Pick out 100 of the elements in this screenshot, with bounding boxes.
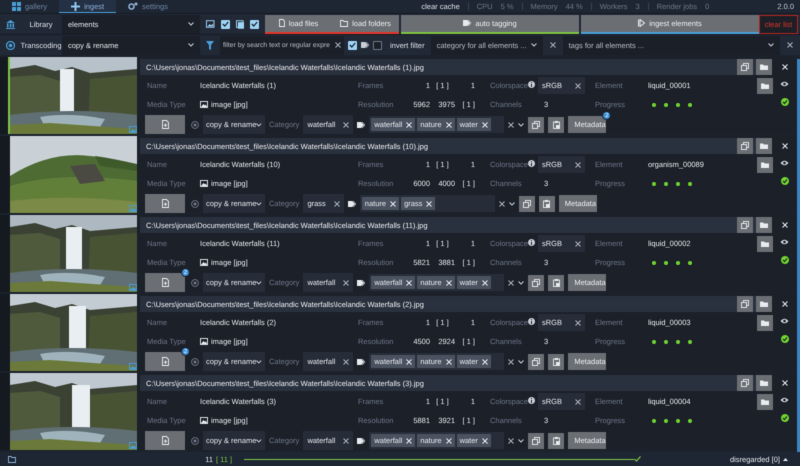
image-icon: [200, 101, 208, 108]
file-icon: [162, 357, 168, 366]
circle-icon[interactable]: [191, 120, 199, 128]
close-icon[interactable]: [575, 240, 581, 246]
eye-icon: [780, 239, 789, 245]
copy-icon: [532, 436, 540, 444]
close-icon[interactable]: [334, 200, 340, 206]
checkbox[interactable]: [373, 40, 382, 50]
chevron-down-icon[interactable]: [188, 22, 194, 26]
image-icon: [200, 180, 208, 187]
copy-button[interactable]: [528, 274, 544, 290]
paste-button[interactable]: [538, 196, 555, 212]
image-icon: [200, 417, 208, 424]
file-icon: [162, 120, 168, 129]
folder-icon[interactable]: [8, 456, 16, 462]
close-icon[interactable]: [343, 358, 350, 364]
image-icon: [129, 126, 137, 133]
close-icon[interactable]: [575, 398, 581, 404]
close-icon[interactable]: [508, 358, 514, 364]
add-file-button[interactable]: [145, 194, 185, 213]
folder-button[interactable]: [757, 236, 773, 252]
scrollbar[interactable]: [797, 59, 800, 452]
folder-button[interactable]: [757, 78, 773, 94]
copy-button[interactable]: [528, 432, 544, 448]
close-icon[interactable]: [575, 82, 581, 88]
eye-icon: [780, 397, 789, 403]
close-icon[interactable]: [343, 122, 350, 128]
copy-button[interactable]: [528, 116, 544, 132]
folder-icon: [760, 301, 768, 307]
chevron-down-icon[interactable]: [518, 438, 524, 442]
tag-icon: [357, 438, 366, 444]
circle-icon[interactable]: [191, 358, 199, 366]
chevron-down-icon[interactable]: [256, 360, 262, 364]
close-icon[interactable]: [575, 162, 581, 168]
circle-icon[interactable]: [191, 278, 199, 286]
folder-icon: [761, 82, 769, 88]
close-icon[interactable]: [575, 320, 581, 326]
tag-icon: [357, 280, 366, 286]
checkbox[interactable]: [250, 20, 259, 28]
chevron-down-icon[interactable]: [508, 202, 515, 206]
close-icon[interactable]: [508, 280, 514, 286]
add-file-button[interactable]: [145, 431, 185, 450]
chevron-down-icon[interactable]: [518, 122, 524, 126]
checkbox[interactable]: [220, 20, 230, 28]
folder-button[interactable]: [757, 394, 773, 410]
grid-icon: [12, 2, 21, 10]
paste-button[interactable]: [548, 354, 564, 370]
clipboard-icon: [552, 436, 560, 444]
close-icon[interactable]: [343, 280, 350, 286]
image-toggle-icon[interactable]: [206, 20, 214, 28]
square-icon[interactable]: [236, 20, 244, 28]
chevron-down-icon[interactable]: [256, 122, 262, 126]
filter-icon[interactable]: [206, 40, 214, 50]
paste-button[interactable]: [548, 274, 564, 290]
clipboard-icon: [552, 278, 560, 286]
copy-button[interactable]: [528, 354, 544, 370]
copy-icon: [532, 120, 540, 128]
target-icon: [6, 40, 14, 50]
info-icon: [528, 160, 535, 167]
paste-button[interactable]: [548, 116, 564, 132]
close-icon[interactable]: [343, 438, 350, 444]
chevron-down-icon[interactable]: [188, 43, 194, 47]
caret-up-icon: [783, 458, 788, 460]
clipboard-icon: [552, 358, 560, 366]
copy-icon: [532, 358, 540, 366]
folder-icon: [761, 398, 769, 404]
folder-button[interactable]: [757, 314, 773, 330]
clipboard-icon: [552, 120, 560, 128]
close-icon[interactable]: [787, 42, 793, 48]
chevron-down-icon[interactable]: [256, 202, 262, 206]
chevron-down-icon[interactable]: [256, 280, 262, 284]
folder-button[interactable]: [757, 156, 773, 172]
row-selection-bar[interactable]: [0, 57, 10, 134]
chevron-down-icon[interactable]: [518, 360, 524, 364]
image-icon: [129, 284, 137, 291]
copy-button[interactable]: [518, 196, 535, 212]
close-icon[interactable]: [508, 122, 514, 128]
folder-icon: [760, 380, 768, 386]
chevron-down-icon[interactable]: [518, 280, 524, 284]
copy-icon: [741, 221, 749, 229]
image-icon: [200, 338, 208, 345]
copy-icon: [741, 300, 749, 308]
close-icon[interactable]: [508, 438, 514, 444]
close-icon[interactable]: [550, 42, 556, 48]
close-icon[interactable]: [335, 42, 341, 48]
info-icon: [528, 239, 535, 246]
chevron-down-icon[interactable]: [256, 438, 262, 442]
copy-icon: [532, 278, 540, 286]
chevron-down-icon[interactable]: [530, 43, 537, 47]
paste-button[interactable]: [548, 432, 564, 448]
circle-icon[interactable]: [191, 436, 199, 444]
checkbox[interactable]: [348, 40, 357, 50]
chevron-down-icon[interactable]: [768, 43, 774, 47]
image-icon: [200, 259, 208, 266]
close-icon[interactable]: [498, 200, 505, 206]
circle-icon[interactable]: [191, 200, 199, 208]
add-file-button[interactable]: [145, 115, 185, 134]
folder-icon: [761, 240, 769, 246]
play-icon: [638, 19, 646, 27]
info-icon: [528, 318, 535, 325]
